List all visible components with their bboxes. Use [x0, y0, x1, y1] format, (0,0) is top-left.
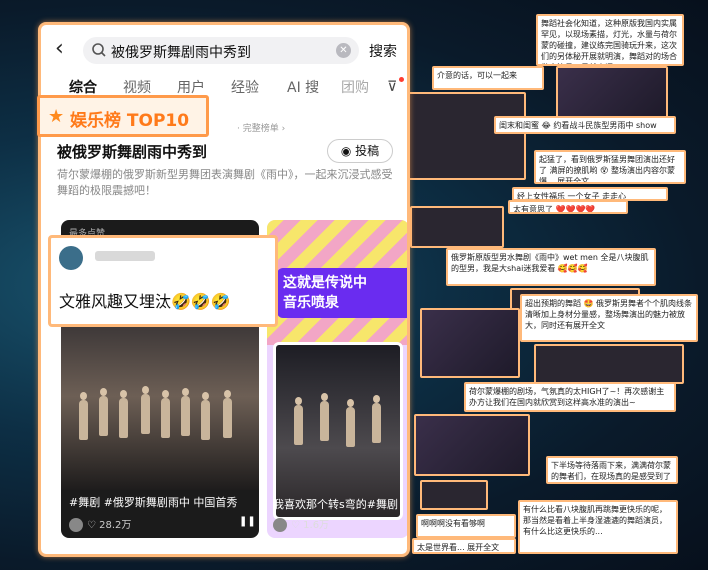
- video-banner: 这就是传说中 音乐喷泉: [267, 220, 407, 345]
- collage-note: 太有意思了 ❤️❤️❤️❤️: [508, 200, 628, 214]
- search-query: 被俄罗斯舞剧雨中秀到: [111, 45, 251, 61]
- filter-icon[interactable]: ⊽: [387, 79, 397, 95]
- video-card[interactable]: 这就是传说中 音乐喷泉 我喜欢那个转s弯的#舞剧 ♡ 1.6万: [267, 220, 407, 538]
- search-icon: [92, 43, 106, 57]
- ranking-description: 荷尔蒙爆棚的俄罗斯新型男舞团表演舞剧《雨中》，一起来沉浸式感受舞蹈的极限震撼吧！: [57, 168, 393, 197]
- collage-photo: [420, 480, 488, 510]
- banner-line-2: 音乐喷泉: [283, 295, 339, 311]
- commenter-name-blurred: [95, 251, 155, 261]
- commenter-avatar: [59, 246, 83, 270]
- collage-note: 俄罗斯原版型男水舞剧《雨中》wet men 全是八块腹肌的型男，我是大shai迷…: [446, 248, 656, 286]
- banner-title: 这就是传说中 音乐喷泉: [277, 268, 407, 318]
- collage-note: 闺末和闺蜜 😂 约看战斗民族型男雨中 show: [494, 116, 676, 134]
- ranking-breadcrumb[interactable]: · 完整榜单 ›: [237, 121, 285, 134]
- collage-note: 起猛了，看到俄罗斯猛男舞团演出还好了 满屏的撩肌哟 😵 整场演出内容尔蒙爆...…: [534, 150, 686, 184]
- collage-photo: [556, 66, 668, 118]
- collage-note: 舞蹈社会化知道，这种原版我国内实属罕见，以现场素描，灯光，水量与荷尔蒙的碰撞，建…: [536, 14, 684, 66]
- like-count: 1.6万: [303, 520, 330, 531]
- video-caption: #舞剧 #俄罗斯舞剧雨中 中国首秀: [69, 496, 238, 509]
- author-avatar: [69, 518, 83, 532]
- banner-line-1: 这就是传说中: [283, 275, 367, 291]
- collage-photo: [534, 344, 684, 384]
- collage-note: 超出预期的舞蹈 🤩 俄罗斯男舞者个个肌肉线条清晰加上身材分量感，整场舞演出的魅力…: [520, 294, 698, 342]
- collage-note: 荷尔蒙爆棚的剧场，气氛真的太HIGH了~！再次感谢主办方让我们在国内就欣赏到这样…: [464, 382, 676, 412]
- video-thumbnail: [61, 320, 259, 490]
- video-thumbnail: [273, 342, 403, 520]
- collage-photo: [414, 414, 530, 476]
- collage-note: 经上女性福乐 一个女子 走走心: [512, 187, 668, 201]
- search-input[interactable]: 被俄罗斯舞剧雨中秀到 ✕: [83, 37, 359, 64]
- post-label: 投稿: [355, 144, 380, 158]
- collage-note: 有什么比看八块腹肌再跳舞更快乐的呢，那当然是看着上半身湿漉漉的舞蹈演员，有什么比…: [518, 500, 678, 554]
- pause-icon[interactable]: ❚❚: [239, 516, 256, 527]
- video-caption: 我喜欢那个转s弯的#舞剧: [273, 498, 398, 511]
- search-button[interactable]: 搜索: [369, 41, 397, 61]
- tab-video[interactable]: 视频: [123, 77, 151, 97]
- collage-photo: [420, 308, 520, 378]
- author-avatar: [273, 518, 287, 532]
- tab-group-buy[interactable]: 团购: [341, 77, 369, 97]
- search-bar: ‹ 被俄罗斯舞剧雨中秀到 ✕ 搜索: [41, 35, 407, 65]
- ranking-badge-label: 娱乐榜 TOP10: [70, 111, 190, 131]
- comment-text: 文雅风趣又埋汰🤣🤣🤣: [59, 292, 231, 311]
- video-meta: ♡ 1.6万: [273, 516, 329, 532]
- clear-icon[interactable]: ✕: [336, 43, 351, 58]
- post-button[interactable]: ◉ 投稿: [327, 139, 393, 163]
- like-count: 28.2万: [99, 520, 132, 531]
- tab-experience[interactable]: 经验: [231, 77, 259, 97]
- collage-note: 太是世界看... 展开全文: [412, 538, 516, 554]
- ranking-badge[interactable]: ★ 娱乐榜 TOP10: [37, 95, 209, 137]
- collage-photo: [406, 92, 526, 180]
- collage-note: 下半场等待落雨下来，满满荷尔蒙的舞者们，在现场真的是感受到了冲击力: [546, 456, 678, 484]
- ranking-title[interactable]: 被俄罗斯舞剧雨中秀到: [57, 141, 207, 162]
- back-arrow-icon[interactable]: ‹: [55, 38, 73, 62]
- tab-users[interactable]: 用户: [177, 77, 205, 97]
- collage-note: 介意的话，可以一起来: [432, 66, 544, 90]
- tab-ai-search[interactable]: AI 搜: [287, 77, 319, 97]
- collage-photo: [410, 206, 504, 248]
- video-meta: ♡ 28.2万: [69, 516, 131, 532]
- collage-note: 啊啊啊没有看够啊: [416, 514, 516, 538]
- notification-dot: [399, 77, 404, 82]
- tab-comprehensive[interactable]: 综合: [69, 77, 97, 97]
- featured-comment: 文雅风趣又埋汰🤣🤣🤣: [48, 235, 278, 327]
- star-icon: ★: [48, 106, 65, 127]
